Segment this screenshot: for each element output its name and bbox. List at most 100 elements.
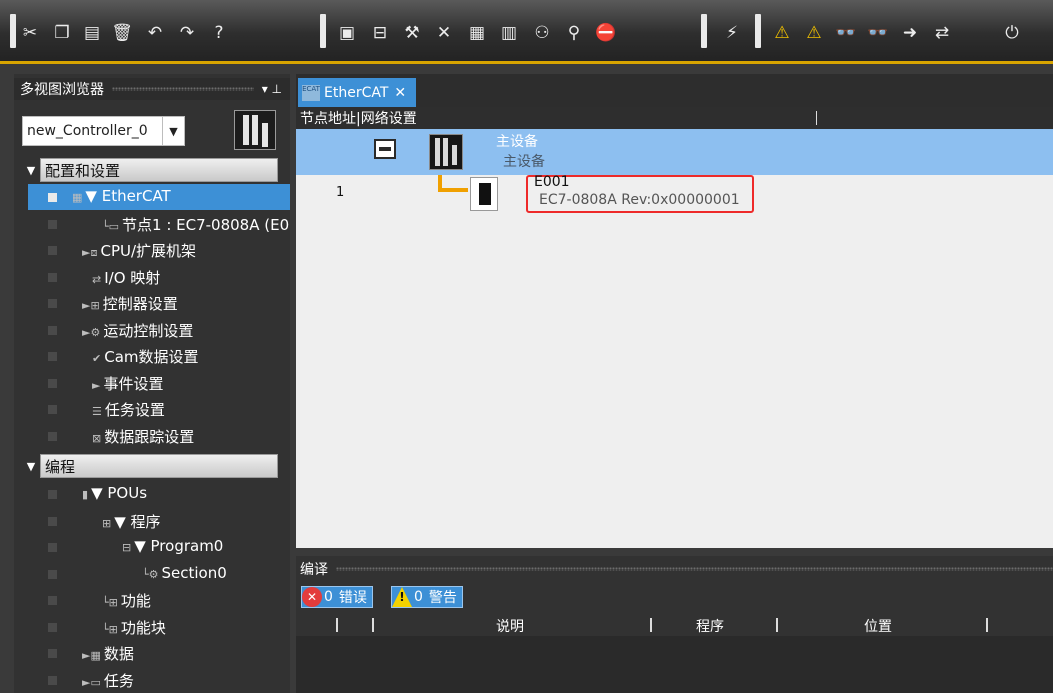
column-separator[interactable] [816, 111, 817, 125]
tree-item-label: ►▭ 任务 [82, 670, 134, 691]
tree-item-icon: ►▦ [82, 649, 101, 662]
compile-title: 编译 [300, 562, 328, 578]
tree-item-text: 数据跟踪设置 [104, 427, 195, 446]
master-device-icon [429, 134, 463, 170]
tree-item[interactable]: └⊞ 功能 [28, 587, 290, 613]
tree-item[interactable]: ▮ ▼ POUs [28, 481, 290, 507]
delete-icon-glyph: 🗑 [111, 22, 133, 43]
tree-item[interactable]: ⊞ ▼ 程序 [28, 508, 290, 534]
cut-icon[interactable]: ✂ [18, 21, 42, 45]
tree-item[interactable]: ⊟ ▼ Program0 [28, 534, 290, 560]
paste-icon[interactable]: ▤ [80, 21, 104, 45]
tab-ethercat[interactable]: ECAT EtherCAT ✕ [298, 78, 416, 107]
tree-item[interactable]: └⚙ Section0 [28, 561, 290, 587]
close-icon[interactable]: ✕ [394, 85, 406, 101]
tree-item[interactable]: └▭ 节点1 : EC7-0808A (E00 [28, 211, 290, 237]
tree-item-label: ►⚙ 运动控制设置 [82, 320, 193, 341]
help-icon[interactable]: ? [207, 21, 231, 45]
title-grip[interactable] [112, 87, 254, 91]
column-separator[interactable] [650, 618, 652, 632]
tree-marker [48, 675, 57, 685]
clear-warning-icon[interactable]: ⚠ [802, 21, 826, 45]
tree-item[interactable]: ☰ 任务设置 [28, 396, 290, 422]
warning-label: 警告 [428, 590, 457, 606]
tree-item-icon: ►⧈ [82, 246, 98, 259]
tree-item[interactable]: ✔ Cam数据设置 [28, 343, 290, 369]
tree-item[interactable]: ▦ ▼ EtherCAT [28, 184, 290, 210]
paste-icon-glyph: ▤ [83, 22, 101, 43]
collapse-icon[interactable] [374, 139, 396, 159]
tree-item[interactable]: ► 事件设置 [28, 370, 290, 396]
tree-item-label: ▦ ▼ EtherCAT [72, 187, 171, 205]
stop-icon[interactable]: ⛔ [594, 21, 618, 45]
column-position[interactable]: 位置 [864, 616, 892, 636]
tree-item-text: Cam数据设置 [104, 348, 199, 366]
column-separator[interactable] [776, 618, 778, 632]
error-filter-button[interactable]: ✕ 0 错误 [301, 586, 373, 608]
check-icon[interactable]: ✕ [432, 21, 456, 45]
tree-item[interactable]: └⊞ 功能块 [28, 614, 290, 640]
search-icon[interactable]: ⚲ [562, 21, 586, 45]
tree-item-icon: └⊞ [102, 596, 118, 609]
network-icon[interactable]: ⚇ [530, 21, 554, 45]
3d-view-icon[interactable]: ▣ [335, 21, 359, 45]
tree-item-icon: ⇄ [92, 272, 102, 286]
toolbar-grip[interactable] [10, 14, 16, 48]
online-icon[interactable]: ⚡ [720, 21, 744, 45]
compare-icon[interactable]: ▦ [465, 21, 489, 45]
tree-item[interactable]: ►▭ 任务 [28, 667, 290, 693]
column-separator[interactable] [336, 618, 338, 632]
undo-icon[interactable]: ↶ [143, 21, 167, 45]
tree-item[interactable]: ►▦ 数据 [28, 640, 290, 666]
build-icon[interactable]: ⚒ [400, 21, 424, 45]
tree-marker [48, 193, 57, 202]
layout-icon[interactable]: ⊟ [368, 21, 392, 45]
expand-icon[interactable]: ▼ [22, 460, 40, 473]
forward-icon[interactable]: ➜ [898, 21, 922, 45]
slave-device-row[interactable]: 1 E001 EC7-0808A Rev:0x00000001 [296, 174, 1053, 215]
controller-select[interactable]: new_Controller_0 ▼ [22, 116, 185, 146]
tree-marker [48, 378, 57, 388]
watch-icon-glyph: 👓 [835, 22, 857, 43]
delete-icon[interactable]: 🗑 [110, 21, 134, 45]
tree-item[interactable]: ►⚙ 运动控制设置 [28, 317, 290, 343]
master-device-row[interactable]: 主设备 主设备 [296, 129, 1053, 175]
column-program[interactable]: 程序 [696, 616, 724, 636]
monitor-icon[interactable]: ▥ [497, 21, 521, 45]
tree-item[interactable]: ⇄ I/O 映射 [28, 264, 290, 290]
toolbar-grip[interactable] [320, 14, 326, 48]
pin-icon[interactable]: ▾ ⊥ [262, 82, 282, 96]
tree-item[interactable]: ►⊞ 控制器设置 [28, 290, 290, 316]
tree-item-icon: ▦ [72, 191, 83, 204]
tree-item[interactable]: ⊠ 数据跟踪设置 [28, 423, 290, 449]
title-grip[interactable] [336, 567, 1053, 571]
warning-filter-button[interactable]: ! 0 警告 [391, 586, 463, 608]
redo-icon-glyph: ↷ [179, 22, 195, 43]
transfer-icon[interactable]: ⇄ [930, 21, 954, 45]
chevron-down-icon[interactable]: ▼ [162, 117, 184, 145]
tree-item-label: └⊞ 功能块 [102, 617, 166, 638]
layout-icon-glyph: ⊟ [372, 22, 388, 43]
redo-icon[interactable]: ↷ [175, 21, 199, 45]
toolbar-grip[interactable] [755, 14, 761, 48]
toolbar-grip[interactable] [701, 14, 707, 48]
expand-icon[interactable]: ▼ [22, 164, 40, 177]
column-description[interactable]: 说明 [496, 616, 524, 636]
section-program[interactable]: ▼ 编程 [22, 454, 278, 478]
watch-icon[interactable]: 👓 [834, 21, 858, 45]
copy-icon[interactable]: ❐ [50, 21, 74, 45]
watch-off-icon[interactable]: 👓 [866, 21, 890, 45]
tree-marker [48, 299, 57, 308]
compile-results-list[interactable] [296, 636, 1053, 693]
tree-marker [48, 219, 57, 229]
3d-view-icon-glyph: ▣ [338, 22, 356, 43]
column-separator[interactable] [372, 618, 374, 632]
power-icon[interactable]: ⏻ [1000, 21, 1024, 45]
compile-title-bar: 编译 [296, 558, 1053, 580]
tree-item-text: I/O 映射 [104, 268, 161, 287]
warning-icon[interactable]: ⚠ [770, 21, 794, 45]
section-config[interactable]: ▼ 配置和设置 [22, 158, 278, 182]
error-count: 0 [324, 589, 333, 605]
column-separator[interactable] [986, 618, 988, 632]
tree-item[interactable]: ►⧈ CPU/扩展机架 [28, 237, 290, 263]
